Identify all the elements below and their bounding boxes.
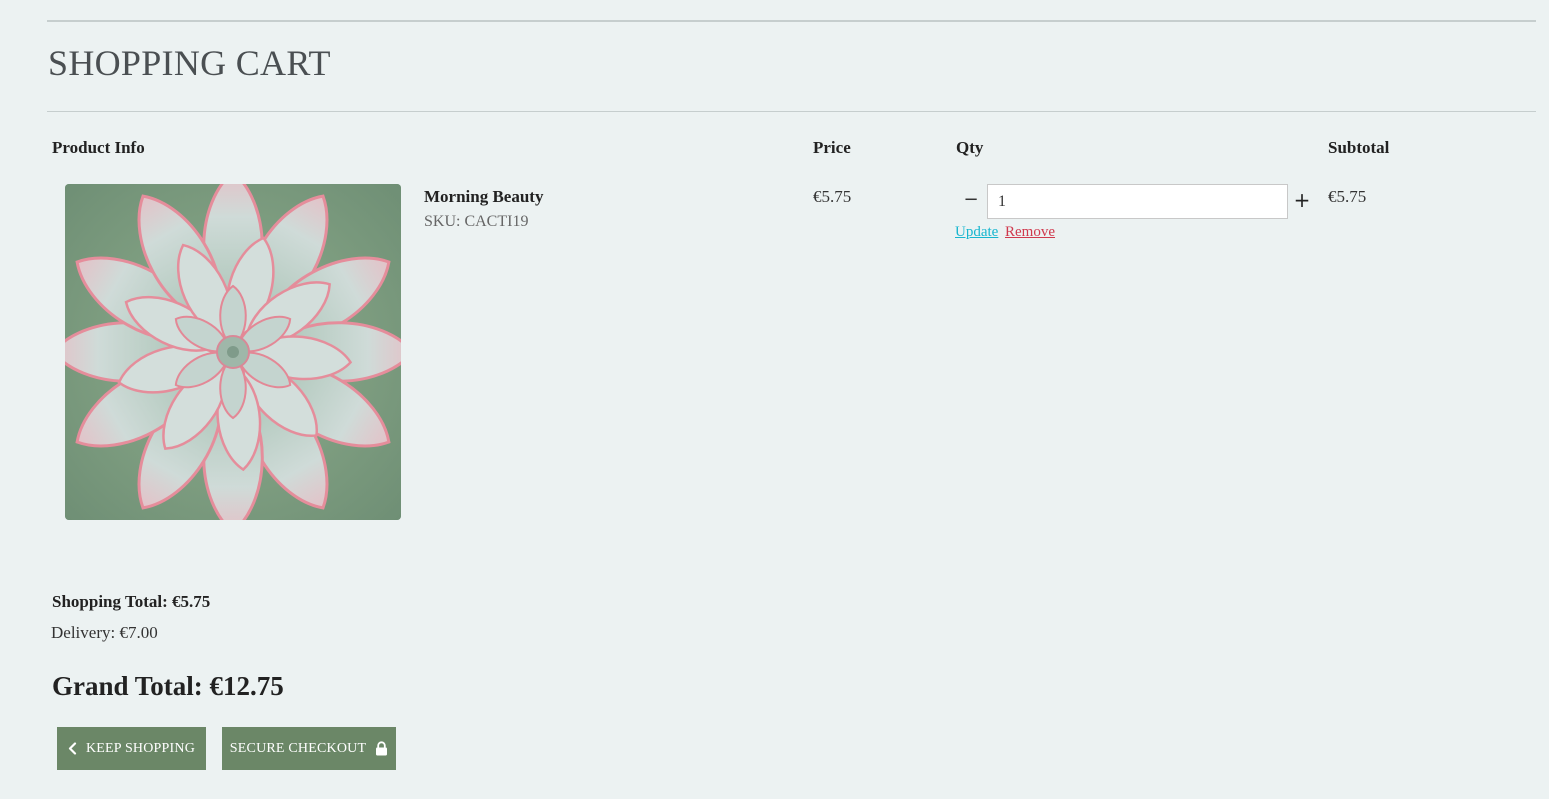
delivery-cost: Delivery: €7.00 [51, 623, 158, 642]
succulent-photo [65, 184, 401, 520]
chevron-left-icon [68, 742, 77, 755]
top-divider [47, 20, 1536, 22]
update-link[interactable]: Update [955, 224, 998, 241]
product-name[interactable]: Morning Beauty [424, 187, 543, 207]
item-subtotal: €5.75 [1328, 187, 1367, 206]
keep-shopping-button[interactable]: KEEP SHOPPING [57, 727, 206, 770]
item-price: €5.75 [813, 187, 852, 206]
qty-decrease-button[interactable]: − [960, 188, 982, 212]
grand-total: Grand Total: €12.75 [52, 671, 284, 701]
header-divider [47, 111, 1536, 112]
column-header-price: Price [813, 138, 851, 157]
column-header-subtotal: Subtotal [1328, 138, 1390, 157]
keep-shopping-label: KEEP SHOPPING [85, 740, 196, 756]
lock-icon [375, 741, 388, 756]
shopping-total: Shopping Total: €5.75 [52, 592, 211, 611]
remove-link[interactable]: Remove [1005, 224, 1055, 241]
product-sku: SKU: CACTI19 [424, 213, 529, 230]
qty-input[interactable] [987, 184, 1288, 219]
secure-checkout-button[interactable]: SECURE CHECKOUT [222, 727, 396, 770]
product-image[interactable] [65, 184, 401, 520]
column-header-qty: Qty [956, 138, 984, 157]
secure-checkout-label: SECURE CHECKOUT [229, 740, 367, 756]
column-header-product-info: Product Info [52, 138, 145, 157]
qty-increase-button[interactable]: + [1291, 188, 1313, 212]
page-title: SHOPPING CART [48, 43, 331, 83]
